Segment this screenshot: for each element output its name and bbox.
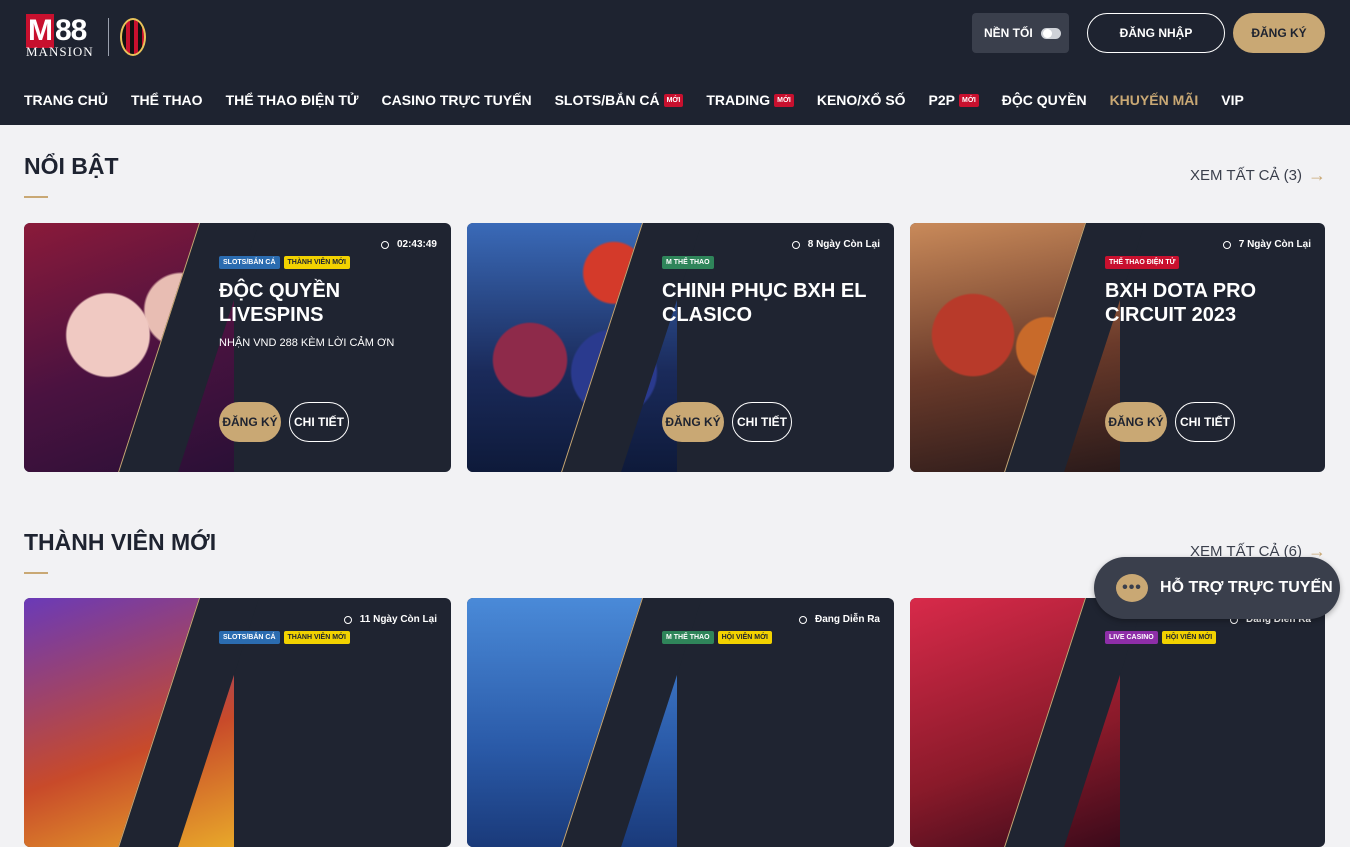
nav-item-slots[interactable]: SLOTS/BẮN CÁ MỚI bbox=[555, 92, 684, 108]
section-title-new-members: THÀNH VIÊN MỚI bbox=[24, 529, 217, 555]
tag: THỂ THAO ĐIỆN TỬ bbox=[1105, 256, 1180, 269]
card-tags: SLOTS/BẮN CÁ THÀNH VIÊN MỚI bbox=[219, 256, 354, 269]
logo-subtitle: MANSION bbox=[26, 44, 94, 59]
arrow-right-icon: → bbox=[1308, 165, 1326, 185]
card-tags: THỂ THAO ĐIỆN TỬ bbox=[1105, 256, 1183, 269]
section-underline bbox=[24, 196, 48, 198]
nav-item-casino[interactable]: CASINO TRỰC TUYẾN bbox=[382, 92, 532, 108]
card-timer: 8 Ngày Còn Lại bbox=[791, 239, 880, 250]
dark-mode-label: NỀN TỐI bbox=[984, 26, 1033, 40]
tag: M THỂ THAO bbox=[662, 631, 714, 644]
tag: SLOTS/BẮN CÁ bbox=[219, 256, 280, 269]
clock-icon bbox=[798, 615, 807, 624]
nav-item-trading[interactable]: TRADING MỚI bbox=[706, 92, 794, 108]
top-header: M 88 MANSION NỀN TỐI ĐĂNG NHẬP ĐĂNG KÝ TR… bbox=[0, 0, 1350, 125]
nav-item-p2p[interactable]: P2P MỚI bbox=[929, 92, 979, 108]
card-tags: LIVE CASINO HỘI VIÊN MỚI bbox=[1105, 631, 1220, 644]
card-timer: 11 Ngày Còn Lại bbox=[343, 614, 437, 625]
card-detail-button[interactable]: CHI TIẾT bbox=[1175, 402, 1235, 442]
nav-item-exclusive[interactable]: ĐỘC QUYỀN bbox=[1002, 92, 1087, 108]
card-detail-button[interactable]: CHI TIẾT bbox=[732, 402, 792, 442]
card-title: CHINH PHỤC BXH EL CLASICO bbox=[662, 280, 867, 326]
clock-icon bbox=[791, 240, 800, 249]
card-timer: 02:43:49 bbox=[380, 239, 437, 250]
card-timer: Đang Diễn Ra bbox=[798, 614, 880, 625]
club-crest-icon bbox=[120, 18, 146, 56]
logo-divider bbox=[108, 18, 109, 56]
card-tags: SLOTS/BẮN CÁ THÀNH VIÊN MỚI bbox=[219, 631, 354, 644]
nav-item-home[interactable]: TRANG CHỦ bbox=[24, 92, 108, 108]
dark-mode-toggle[interactable]: NỀN TỐI bbox=[972, 13, 1069, 53]
clock-icon bbox=[343, 615, 352, 624]
card-title: ĐỘC QUYỀN LIVESPINS bbox=[219, 280, 341, 326]
nav-item-keno[interactable]: KENO/XỔ SỐ bbox=[817, 92, 906, 108]
section-title-featured: NỔI BẬT bbox=[24, 153, 119, 179]
card-register-button[interactable]: ĐĂNG KÝ bbox=[1105, 402, 1167, 442]
card-timer: 7 Ngày Còn Lại bbox=[1222, 239, 1311, 250]
section-underline bbox=[24, 572, 48, 574]
promo-card[interactable]: Đang Diễn Ra LIVE CASINO HỘI VIÊN MỚI bbox=[910, 598, 1325, 847]
nav-item-vip[interactable]: VIP bbox=[1221, 92, 1244, 108]
live-support-label: HỖ TRỢ TRỰC TUYẾN bbox=[1160, 579, 1333, 596]
tag: THÀNH VIÊN MỚI bbox=[283, 256, 350, 269]
tag: M THỂ THAO bbox=[662, 256, 714, 269]
chat-bubble-icon: ••• bbox=[1116, 574, 1148, 602]
login-button[interactable]: ĐĂNG NHẬP bbox=[1087, 13, 1225, 53]
promo-card[interactable]: 7 Ngày Còn Lại THỂ THAO ĐIỆN TỬ BXH DOTA… bbox=[910, 223, 1325, 472]
live-support-button[interactable]: ••• HỖ TRỢ TRỰC TUYẾN bbox=[1094, 557, 1340, 619]
nav-item-promotions[interactable]: KHUYẾN MÃI bbox=[1110, 92, 1199, 108]
tag: HỘI VIÊN MỚI bbox=[717, 631, 772, 644]
register-button[interactable]: ĐĂNG KÝ bbox=[1233, 13, 1325, 53]
card-register-button[interactable]: ĐĂNG KÝ bbox=[662, 402, 724, 442]
new-badge: MỚI bbox=[959, 93, 979, 107]
brand-logo[interactable]: M 88 MANSION bbox=[24, 14, 154, 60]
view-all-featured-link[interactable]: XEM TẤT CẢ (3) → bbox=[1190, 165, 1326, 186]
tag: SLOTS/BẮN CÁ bbox=[219, 631, 280, 644]
tag: LIVE CASINO bbox=[1105, 631, 1158, 644]
new-badge: MỚI bbox=[663, 93, 684, 107]
clock-icon bbox=[1222, 240, 1231, 249]
nav-item-esports[interactable]: THỂ THAO ĐIỆN TỬ bbox=[226, 92, 359, 108]
card-tags: M THỂ THAO bbox=[662, 256, 718, 269]
card-subtitle: NHẬN VND 288 KÈM LỜI CẢM ƠN bbox=[219, 337, 395, 349]
promo-card[interactable]: 11 Ngày Còn Lại SLOTS/BẮN CÁ THÀNH VIÊN M… bbox=[24, 598, 451, 847]
toggle-switch-icon[interactable] bbox=[1040, 27, 1061, 39]
tag: THÀNH VIÊN MỚI bbox=[283, 631, 350, 644]
promo-card[interactable]: 8 Ngày Còn Lại M THỂ THAO CHINH PHỤC BXH… bbox=[467, 223, 894, 472]
promo-card[interactable]: Đang Diễn Ra M THỂ THAO HỘI VIÊN MỚI bbox=[467, 598, 894, 847]
main-nav: TRANG CHỦ THỂ THAO THỂ THAO ĐIỆN TỬ CASI… bbox=[24, 88, 1267, 112]
tag: HỘI VIÊN MỚI bbox=[1161, 631, 1217, 644]
card-detail-button[interactable]: CHI TIẾT bbox=[289, 402, 349, 442]
card-title: BXH DOTA PRO CIRCUIT 2023 bbox=[1105, 280, 1257, 326]
nav-item-sports[interactable]: THỂ THAO bbox=[131, 92, 203, 108]
logo-wordmark: M 88 bbox=[26, 14, 87, 48]
promo-card[interactable]: 02:43:49 SLOTS/BẮN CÁ THÀNH VIÊN MỚI ĐỘC … bbox=[24, 223, 451, 472]
clock-icon bbox=[380, 240, 389, 249]
new-badge: MỚI bbox=[774, 93, 794, 107]
card-register-button[interactable]: ĐĂNG KÝ bbox=[219, 402, 281, 442]
card-tags: M THỂ THAO HỘI VIÊN MỚI bbox=[662, 631, 776, 644]
